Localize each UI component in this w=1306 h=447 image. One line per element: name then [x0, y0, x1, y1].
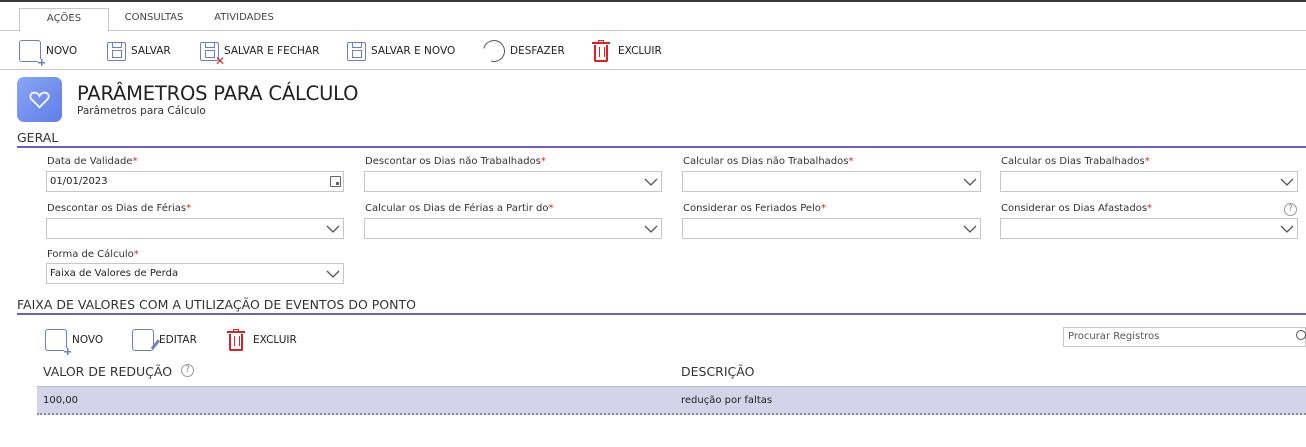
chevron-down-icon [1280, 178, 1294, 186]
chevron-down-icon [963, 178, 977, 186]
section-geral: GERAL [17, 130, 1306, 148]
chevron-down-icon [1280, 225, 1294, 233]
chevron-down-icon [963, 225, 977, 233]
save-close-icon: ✕ [200, 41, 225, 67]
chevron-down-icon [644, 225, 658, 233]
desfazer-label: DESFAZER [510, 45, 565, 57]
novo-label: NOVO [46, 45, 78, 57]
cell-valor: 100,00 [43, 395, 78, 406]
chevron-down-icon [326, 270, 340, 278]
novo-button[interactable]: NOVO [19, 37, 78, 66]
faixa-editar-button[interactable]: EDITAR [132, 326, 197, 354]
data-validade-label: Data de Validade* [47, 156, 138, 167]
faixa-novo-button[interactable]: NOVO [45, 326, 104, 355]
calcular-nao-trab-select[interactable] [682, 171, 981, 192]
excluir-button[interactable]: EXCLUIR [592, 37, 662, 65]
salvar-novo-label: SALVAR E NOVO [371, 45, 456, 57]
calcular-ferias-label: Calcular os Dias de Férias a Partir do* [365, 203, 554, 214]
considerar-afastados-select[interactable] [1000, 218, 1298, 239]
considerar-afastados-label: Considerar os Dias Afastados* [1001, 203, 1153, 214]
faixa-excluir-button[interactable]: EXCLUIR [227, 326, 297, 354]
help-icon[interactable]: ? [1284, 203, 1297, 216]
salvar-button[interactable]: SALVAR [107, 37, 171, 65]
forma-calculo-label: Forma de Cálculo* [47, 249, 139, 260]
salvar-label: SALVAR [131, 45, 171, 57]
trash-icon [592, 40, 610, 62]
descontar-ferias-label: Descontar os Dias de Férias* [47, 203, 192, 214]
save-new-icon [347, 41, 366, 61]
edit-icon [132, 329, 154, 351]
chevron-down-icon [644, 178, 658, 186]
search-input[interactable]: Procurar Registros [1063, 327, 1306, 347]
save-icon [107, 41, 126, 61]
faixa-novo-label: NOVO [72, 334, 104, 346]
tab-consultas[interactable]: CONSULTAS [116, 8, 192, 32]
cell-descricao: redução por faltas [681, 395, 773, 406]
faixa-excluir-label: EXCLUIR [253, 334, 297, 346]
calcular-nao-trab-label: Calcular os Dias não Trabalhados* [683, 156, 854, 167]
tab-atividades[interactable]: ATIVIDADES [202, 8, 286, 32]
calcular-trab-label: Calcular os Dias Trabalhados* [1001, 156, 1150, 167]
considerar-feriados-label: Considerar os Feriados Pelo* [683, 203, 826, 214]
heart-module-icon [17, 77, 62, 122]
descontar-nao-trab-label: Descontar os Dias não Trabalhados* [365, 156, 546, 167]
section-faixa: FAIXA DE VALORES COM A UTILIZAÇÃO DE EVE… [17, 297, 1306, 315]
excluir-label: EXCLUIR [618, 45, 662, 57]
salvar-novo-button[interactable]: SALVAR E NOVO [347, 37, 455, 65]
calendar-icon[interactable] [330, 176, 341, 187]
data-validade-input[interactable]: 01/01/2023 [46, 171, 344, 192]
tab-acoes[interactable]: AÇÕES [19, 8, 109, 32]
faixa-editar-label: EDITAR [159, 334, 197, 346]
undo-icon [478, 35, 510, 67]
page-title: PARÂMETROS PARA CÁLCULO [77, 82, 359, 105]
salvar-fechar-button[interactable]: ✕ SALVAR E FECHAR [200, 37, 320, 67]
column-header-valor[interactable]: VALOR DE REDUÇÃO [43, 364, 172, 379]
descontar-ferias-select[interactable] [46, 218, 344, 239]
calcular-trab-select[interactable] [1000, 171, 1298, 192]
tab-bar: AÇÕES CONSULTAS ATIVIDADES [0, 2, 1306, 32]
column-header-descricao[interactable]: DESCRIÇÃO [681, 364, 754, 379]
search-icon[interactable] [1296, 330, 1306, 340]
help-icon[interactable]: ? [181, 364, 194, 377]
salvar-fechar-label: SALVAR E FECHAR [224, 45, 320, 57]
desfazer-button[interactable]: DESFAZER [478, 35, 565, 67]
new-document-icon [45, 329, 71, 355]
forma-calculo-select[interactable]: Faixa de Valores de Perda [46, 263, 344, 284]
descontar-nao-trab-select[interactable] [364, 171, 662, 192]
page-subtitle: Parâmetros para Cálculo [77, 105, 206, 117]
new-document-icon [19, 40, 45, 66]
considerar-feriados-select[interactable] [682, 218, 981, 239]
main-toolbar: NOVO SALVAR ✕ SALVAR E FECHAR SALVAR E N… [0, 32, 1306, 70]
trash-icon [227, 329, 245, 351]
table-row[interactable]: 100,00 redução por faltas [37, 386, 1306, 415]
chevron-down-icon [326, 225, 340, 233]
calcular-ferias-select[interactable] [364, 218, 662, 239]
